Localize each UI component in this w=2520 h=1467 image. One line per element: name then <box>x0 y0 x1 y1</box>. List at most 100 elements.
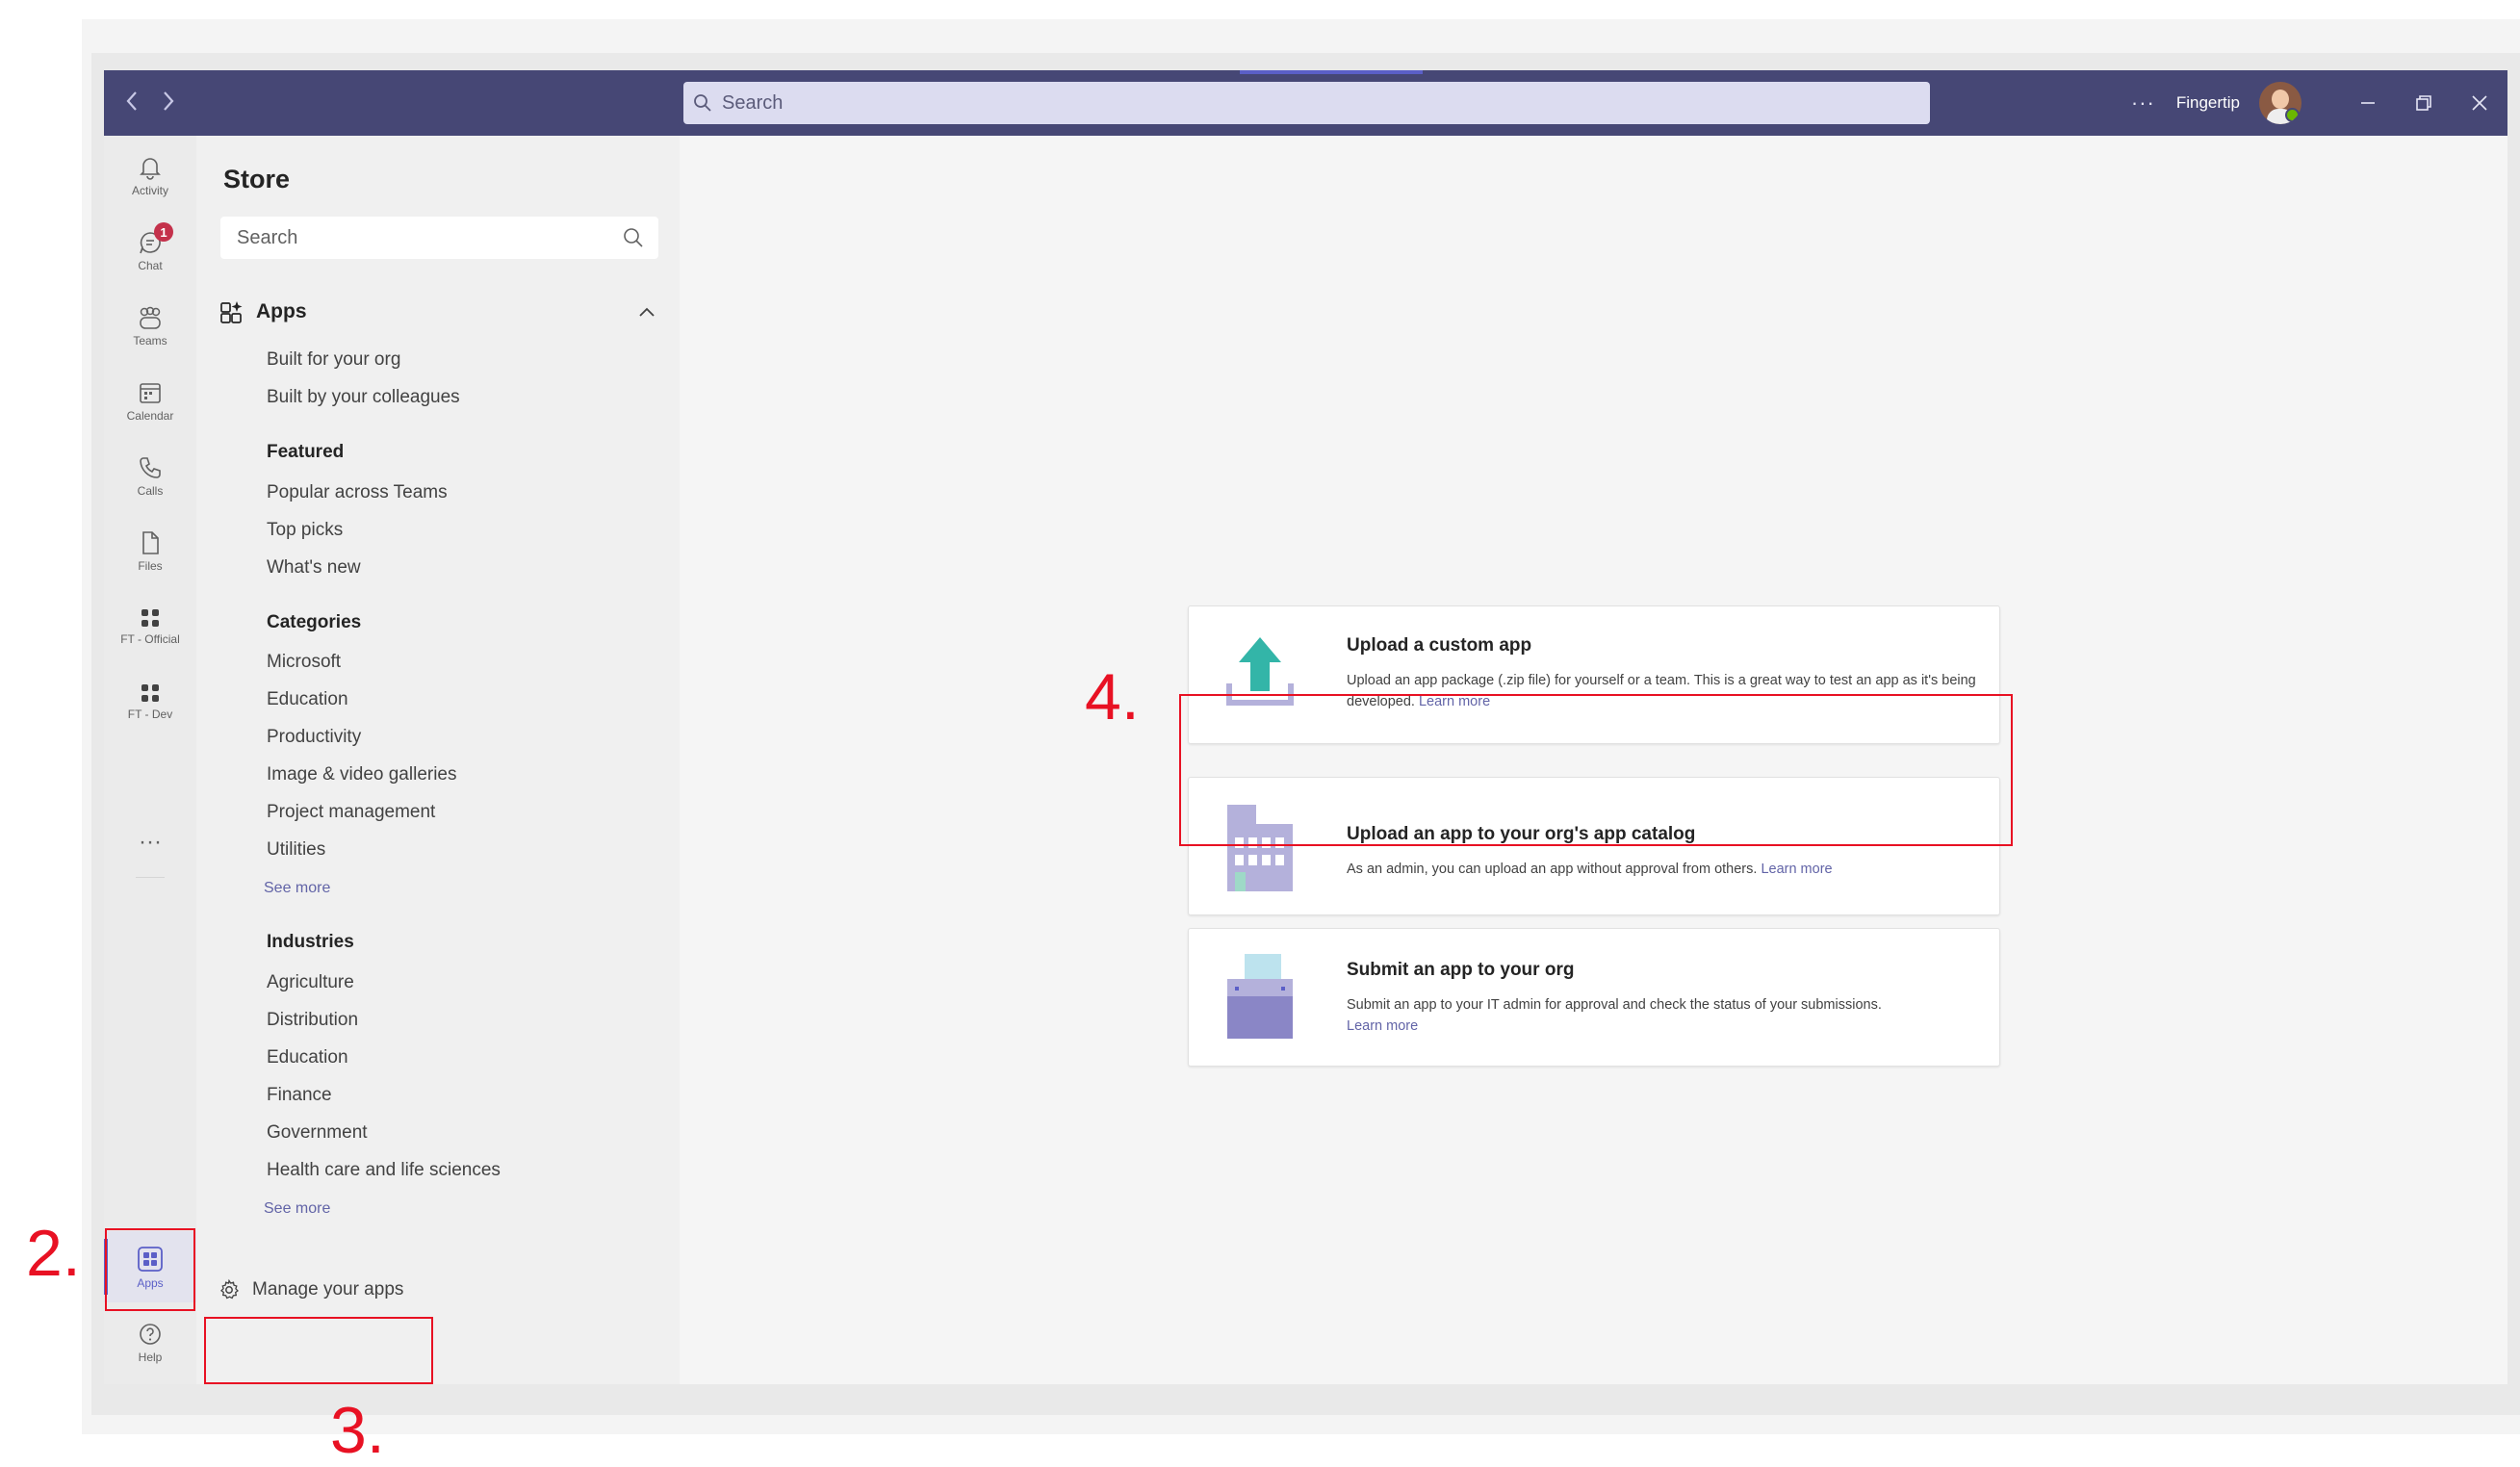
title-bar: Search ··· Fingertip <box>104 70 2507 136</box>
presence-available-icon <box>2285 108 2300 122</box>
phone-icon <box>140 456 161 478</box>
rail-label: Calls <box>137 483 164 498</box>
rail-label: Help <box>138 1350 163 1364</box>
store-search-input[interactable]: Search <box>220 217 658 259</box>
annotation-step-4: 4. <box>1085 660 1140 734</box>
minimize-button[interactable] <box>2340 70 2396 136</box>
manage-your-apps-button[interactable]: Manage your apps <box>218 1271 403 1309</box>
rail-item-activity[interactable]: Activity <box>104 140 196 211</box>
chevron-left-icon <box>126 91 137 111</box>
restore-button[interactable] <box>2396 70 2452 136</box>
rail-item-calendar[interactable]: Calendar <box>104 365 196 436</box>
avatar-face <box>2272 90 2289 109</box>
nav-top-picks[interactable]: Top picks <box>267 520 343 541</box>
help-icon <box>140 1323 161 1345</box>
upload-org-catalog-desc-text: As an admin, you can upload an app witho… <box>1347 862 1758 877</box>
annotation-box-manage-apps <box>204 1317 433 1384</box>
nav-industry-health-care[interactable]: Health care and life sciences <box>267 1160 501 1181</box>
rail-label: Files <box>138 558 163 573</box>
more-options-button[interactable]: ··· <box>2131 90 2155 116</box>
forward-button[interactable] <box>154 86 183 120</box>
upload-custom-app-title: Upload a custom app <box>1347 635 1532 656</box>
rail-item-help[interactable]: Help <box>104 1306 196 1377</box>
close-icon <box>2472 95 2487 111</box>
search-icon <box>624 228 643 247</box>
chevron-up-icon <box>639 307 655 317</box>
featured-heading: Featured <box>267 442 345 462</box>
industries-see-more-link[interactable]: See more <box>264 1200 330 1218</box>
teams-icon <box>140 306 161 329</box>
rail-label: Activity <box>131 183 168 197</box>
rail-item-files[interactable]: Files <box>104 515 196 586</box>
nav-industry-education[interactable]: Education <box>267 1047 348 1068</box>
nav-industry-distribution[interactable]: Distribution <box>267 1010 358 1031</box>
submit-app-desc: Submit an app to your IT admin for appro… <box>1347 994 1982 1037</box>
nav-category-productivity[interactable]: Productivity <box>267 727 361 748</box>
rail-item-ft-official[interactable]: FT - Official <box>104 590 196 661</box>
categories-see-more-link[interactable]: See more <box>264 880 330 897</box>
apps-section-toggle[interactable]: Apps <box>219 293 662 331</box>
upload-org-catalog-desc: As an admin, you can upload an app witho… <box>1347 859 1982 880</box>
categories-heading: Categories <box>267 612 362 632</box>
minimize-icon <box>2361 102 2375 104</box>
file-icon <box>142 530 159 554</box>
annotation-step-2: 2. <box>26 1217 81 1290</box>
titlebar-right: ··· Fingertip <box>2131 70 2507 136</box>
nav-industry-government[interactable]: Government <box>267 1122 368 1144</box>
app-grid-icon <box>141 683 159 702</box>
nav-industry-agriculture[interactable]: Agriculture <box>267 972 354 993</box>
manage-your-apps-label: Manage your apps <box>252 1279 404 1300</box>
rail-item-chat[interactable]: 1 Chat <box>104 215 196 286</box>
industries-heading: Industries <box>267 932 354 952</box>
rail-label: Teams <box>133 333 167 347</box>
store-search-placeholder: Search <box>237 226 298 248</box>
bell-icon <box>140 157 161 180</box>
rail-label: FT - Dev <box>127 707 173 721</box>
global-search-input[interactable]: Search <box>683 82 1930 124</box>
rail-item-ft-dev[interactable]: FT - Dev <box>104 665 196 736</box>
store-panel: Store Search Apps Built for your org Bui… <box>196 136 680 1384</box>
chat-unread-badge: 1 <box>154 222 173 242</box>
nav-popular-across-teams[interactable]: Popular across Teams <box>267 482 448 503</box>
rail-item-teams[interactable]: Teams <box>104 290 196 361</box>
annotation-box-apps <box>105 1228 195 1311</box>
org-name[interactable]: Fingertip <box>2176 93 2240 113</box>
gear-icon <box>220 1278 239 1300</box>
nav-category-microsoft[interactable]: Microsoft <box>267 652 341 673</box>
nav-category-project-management[interactable]: Project management <box>267 802 435 823</box>
search-icon <box>683 82 722 124</box>
submit-app-desc-text: Submit an app to your IT admin for appro… <box>1347 997 1882 1013</box>
app-grid-icon <box>141 608 159 627</box>
nav-industry-finance[interactable]: Finance <box>267 1085 332 1106</box>
rail-item-calls[interactable]: Calls <box>104 440 196 511</box>
rail-label: Calendar <box>126 408 174 423</box>
submit-app-learn-more-link[interactable]: Learn more <box>1347 1018 1418 1034</box>
nav-built-for-your-org[interactable]: Built for your org <box>267 349 400 371</box>
restore-icon <box>2416 95 2431 111</box>
apps-add-icon <box>220 301 243 323</box>
store-title: Store <box>223 165 291 193</box>
upload-org-catalog-learn-more-link[interactable]: Learn more <box>1761 862 1832 877</box>
nav-category-utilities[interactable]: Utilities <box>267 839 325 861</box>
rail-label: Chat <box>138 258 163 272</box>
annotation-box-org-catalog <box>1179 694 2013 846</box>
calendar-icon <box>140 382 161 403</box>
rail-divider <box>136 877 165 878</box>
nav-built-by-your-colleagues[interactable]: Built by your colleagues <box>267 387 460 408</box>
submit-app-title: Submit an app to your org <box>1347 960 1575 980</box>
avatar[interactable] <box>2259 82 2301 124</box>
submit-box-icon <box>1227 954 1293 1039</box>
rail-label: FT - Official <box>120 631 180 646</box>
nav-category-image-video[interactable]: Image & video galleries <box>267 764 457 785</box>
global-search-placeholder: Search <box>722 91 784 114</box>
annotation-step-3: 3. <box>330 1394 385 1467</box>
submit-app-to-org-card[interactable]: Submit an app to your org Submit an app … <box>1188 928 2000 1067</box>
apps-section-label: Apps <box>256 300 307 322</box>
title-accent-line <box>1240 70 1423 74</box>
chevron-right-icon <box>164 91 174 111</box>
back-button[interactable] <box>117 86 146 120</box>
nav-category-education[interactable]: Education <box>267 689 348 710</box>
nav-whats-new[interactable]: What's new <box>267 557 361 579</box>
close-button[interactable] <box>2452 70 2507 136</box>
rail-more-apps-button[interactable]: ··· <box>104 829 196 856</box>
